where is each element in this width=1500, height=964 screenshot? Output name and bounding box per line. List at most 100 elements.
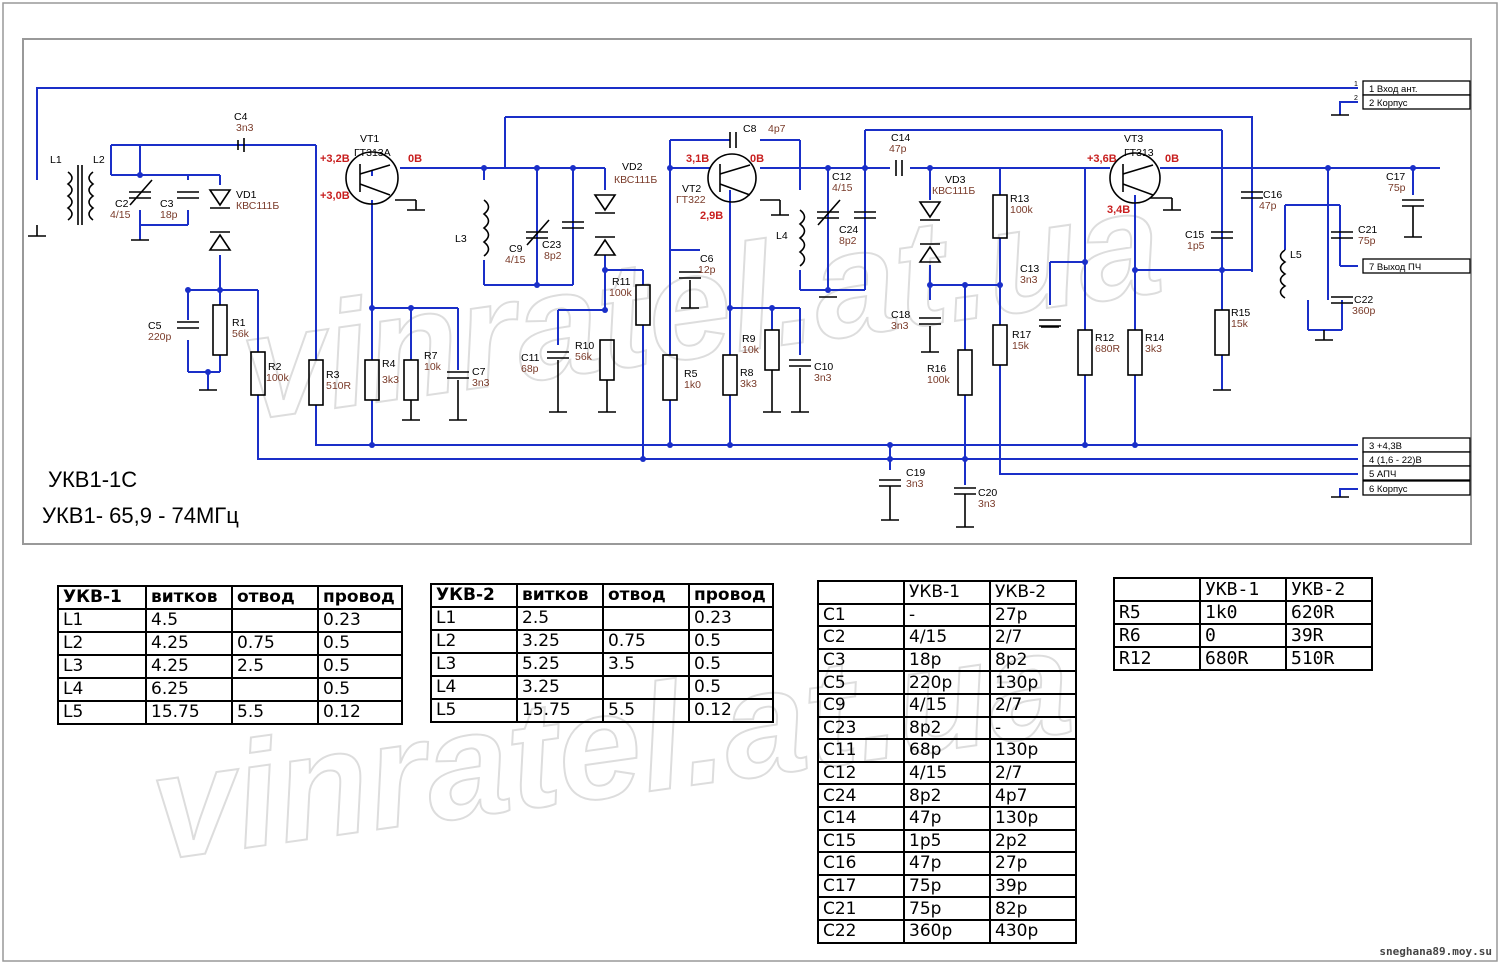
table-cell: L4 bbox=[430, 675, 518, 700]
C23-value: 8p2 bbox=[544, 250, 562, 262]
table-cell: L5 bbox=[430, 698, 518, 723]
voltage-vt3-base: 0В bbox=[1165, 153, 1179, 165]
C8-value: 4p7 bbox=[768, 123, 786, 135]
C4-value: 3n3 bbox=[236, 122, 254, 134]
R14-value: 3k3 bbox=[1145, 343, 1162, 355]
table-cell: 75p bbox=[903, 873, 991, 899]
table-cell: 0.12 bbox=[317, 700, 403, 725]
R16-value: 100k bbox=[927, 374, 951, 386]
table-cell: C22 bbox=[817, 918, 905, 944]
VD1-value: КВС111Б bbox=[236, 200, 279, 212]
C7-value: 3n3 bbox=[472, 377, 490, 389]
table-row: R5 1k0 620R bbox=[1113, 600, 1373, 625]
table-header: УКВ-1 УКВ-2 bbox=[817, 580, 1077, 605]
table-cell: 4/15 bbox=[903, 760, 991, 786]
table-cell: 0.5 bbox=[317, 631, 403, 656]
table-cell: L2 bbox=[430, 629, 518, 654]
C11-value: 68p bbox=[521, 363, 539, 375]
pin-4-label: 4 (1,6 - 22)В bbox=[1369, 455, 1422, 466]
title-model: УКВ1-1С bbox=[48, 467, 138, 492]
table-cell: 27p bbox=[989, 851, 1077, 876]
C16-value: 47p bbox=[1259, 200, 1277, 212]
table-cell: R6 bbox=[1113, 623, 1201, 648]
C24-value: 8p2 bbox=[839, 235, 857, 247]
table-cell bbox=[602, 675, 690, 700]
table-row: C15 1p5 2p2 bbox=[817, 828, 1077, 854]
voltage-vt3-emitter: 3,4В bbox=[1107, 204, 1130, 216]
table-cell: L3 bbox=[430, 652, 518, 677]
table-cell: 130p bbox=[989, 670, 1077, 695]
header-cell: УКВ-2 bbox=[430, 583, 518, 608]
table-cell: C15 bbox=[817, 828, 905, 854]
table-cell: 0.5 bbox=[688, 652, 774, 677]
table-cell: C1 bbox=[817, 602, 905, 628]
voltage-vt2-collector: 3,1В bbox=[686, 153, 709, 165]
table-cell: 2/7 bbox=[989, 760, 1077, 786]
table-row: L3 4.25 2.5 0.5 bbox=[57, 654, 403, 679]
C15-value: 1p5 bbox=[1187, 240, 1205, 252]
C2-value: 4/15 bbox=[110, 209, 131, 221]
table-cell: 0.5 bbox=[688, 675, 774, 700]
header-cell: витков bbox=[516, 583, 604, 608]
table-cell: 75p bbox=[903, 896, 991, 921]
table-row: C12 4/15 2/7 bbox=[817, 760, 1077, 786]
table-cell: 2/7 bbox=[989, 625, 1077, 650]
table-cell: 47p bbox=[903, 851, 991, 876]
VD3-value: КВС111Б bbox=[932, 185, 975, 197]
table-cell: 4.25 bbox=[145, 631, 233, 656]
table-cell: C2 bbox=[817, 625, 905, 650]
VT1-value: ГТ313А bbox=[354, 147, 391, 159]
C10-value: 3n3 bbox=[814, 372, 832, 384]
table-row: C1-27p bbox=[817, 602, 1077, 628]
voltage-vt3-collector: +3,6В bbox=[1087, 153, 1117, 165]
C5-value: 220p bbox=[148, 331, 172, 343]
table-cell: 8p2 bbox=[903, 715, 991, 741]
header-cell: УКВ-2 bbox=[1285, 577, 1373, 602]
table-row: L5 15.75 5.5 0.12 bbox=[430, 698, 774, 723]
table-cell: 47p bbox=[903, 805, 991, 831]
L5-label: L5 bbox=[1290, 249, 1302, 261]
resistor-table: УКВ-1 УКВ-2 R5 1k0 620R R6 0 39R R12 680R 510R bbox=[1113, 577, 1373, 671]
table-cell: 0.5 bbox=[688, 629, 774, 654]
table-cell: 430p bbox=[989, 918, 1077, 944]
header-cell bbox=[1113, 577, 1201, 602]
R17-value: 15k bbox=[1012, 340, 1030, 352]
capacitor-table: УКВ-1 УКВ-2 C1-27p C2 4/15 2/7 C3 18p 8p2 C5 220p 1… bbox=[817, 580, 1077, 944]
R5-value: 1k0 bbox=[684, 379, 701, 391]
voltage-vt1-collector: +3,2В bbox=[320, 153, 350, 165]
table-cell: L2 bbox=[57, 631, 147, 656]
L4-label: L4 bbox=[776, 230, 788, 242]
VT2-value: ГТ322 bbox=[676, 194, 706, 206]
table-cell: 39p bbox=[989, 873, 1077, 899]
table-row: L2 4.25 0.75 0.5 bbox=[57, 631, 403, 656]
table-cell: C12 bbox=[817, 760, 905, 786]
voltage-vt2-base: 0В bbox=[750, 153, 764, 165]
L2-label: L2 bbox=[93, 154, 105, 166]
table-row: C3 18p 8p2 bbox=[817, 647, 1077, 673]
table-cell: L3 bbox=[57, 654, 147, 679]
table-row: L2 3.25 0.75 0.5 bbox=[430, 629, 774, 654]
header-cell: отвод bbox=[602, 583, 690, 608]
header-cell: провод bbox=[317, 585, 403, 610]
table-cell: L1 bbox=[430, 606, 518, 631]
table-cell: L5 bbox=[57, 700, 147, 725]
table-cell: C3 bbox=[817, 647, 905, 673]
table-cell: 82p bbox=[989, 896, 1077, 921]
table-cell: 18p bbox=[903, 647, 991, 673]
pin-2-number: 2 bbox=[1354, 95, 1358, 102]
table-row: C17 75p 39p bbox=[817, 873, 1077, 899]
schematic-diagram: vinratel.at.ua vinratel.at.ua 1 Вход ант… bbox=[2, 2, 1498, 962]
table-row: C21 75p 82p bbox=[817, 896, 1077, 921]
table-cell: 0 bbox=[1199, 623, 1287, 648]
table-cell bbox=[231, 608, 319, 633]
table-row: C2 4/15 2/7 bbox=[817, 625, 1077, 650]
VD2-value: КВС111Б bbox=[614, 174, 657, 186]
table-cell: 4.25 bbox=[145, 654, 233, 679]
table-cell: R12 bbox=[1113, 646, 1201, 671]
pin-1-label: 1 Вход ант. bbox=[1369, 84, 1418, 95]
table-row: C11 68p 130p bbox=[817, 738, 1077, 763]
header-cell: УКВ-2 bbox=[989, 580, 1077, 605]
table-cell: C9 bbox=[817, 692, 905, 718]
table-cell: 15.75 bbox=[145, 700, 233, 725]
connector bbox=[1362, 80, 1471, 496]
